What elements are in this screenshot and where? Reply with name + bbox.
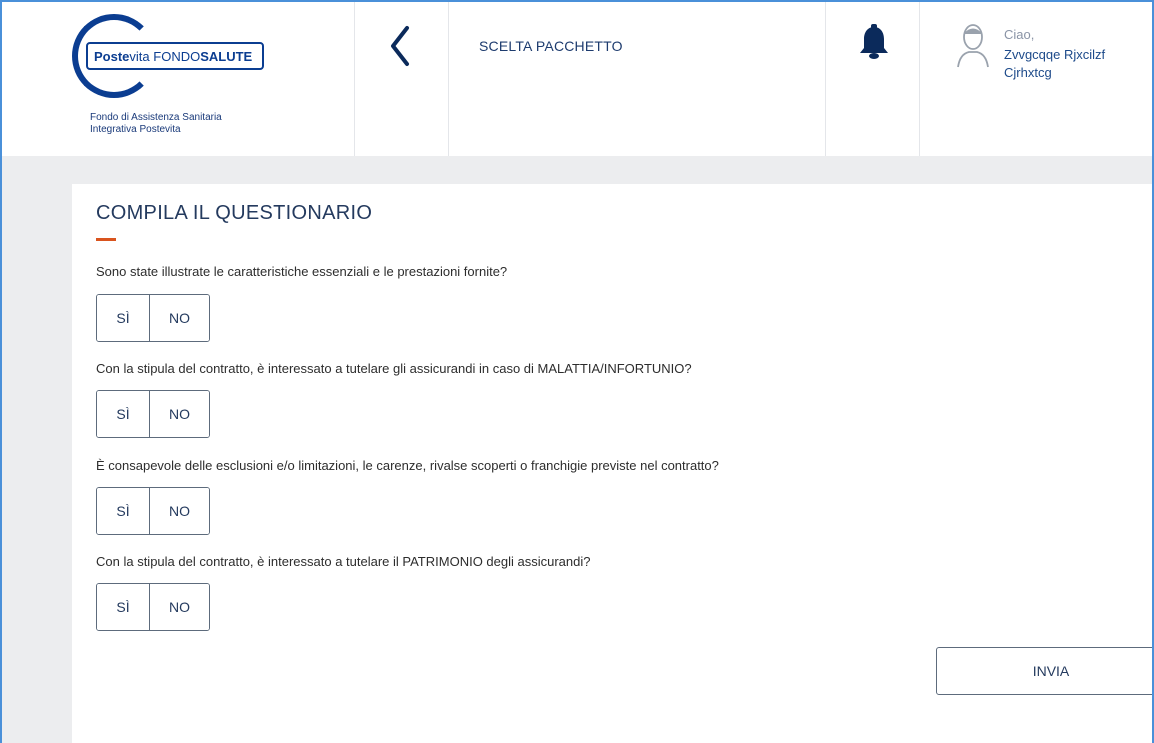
logo-text-fondo: FONDO [153,48,201,64]
submit-button[interactable]: INVIA [936,647,1152,695]
user-name-line2: Cjrhxtcg [1004,65,1052,80]
chevron-left-icon[interactable] [385,24,415,68]
question-4-yes-button[interactable]: SÌ [97,584,150,630]
logo-text-vita: vita [129,48,150,64]
question-3-yes-button[interactable]: SÌ [97,488,150,534]
questionnaire-title: COMPILA IL QUESTIONARIO [96,202,373,224]
user-name-line1: Zvvgcqqe Rjxcilzf [1004,47,1106,62]
question-1-yes-button[interactable]: SÌ [97,295,150,341]
logo-area[interactable]: Poste vita FONDO SALUTE Fondo di Assistenz… [2,2,355,156]
question-2-toggle: SÌ NO [96,390,210,438]
questionnaire-card: COMPILA IL QUESTIONARIO Sono state illus… [72,184,1152,743]
logo-subtitle-line1: Fondo di Assistenza Sanitaria [90,112,222,123]
logo-text-salute: SALUTE [200,48,253,64]
bell-icon[interactable] [858,24,890,62]
question-4-toggle: SÌ NO [96,583,210,631]
logo-text-poste: Poste [94,48,130,64]
app-window: Poste vita FONDO SALUTE Fondo di Assistenz… [0,0,1154,743]
question-1-text: Sono state illustrate le caratteristiche… [96,264,508,279]
title-accent-bar [96,238,116,241]
avatar-icon [957,24,989,68]
question-3-toggle: SÌ NO [96,487,210,535]
user-menu[interactable]: Ciao, Zvvgcqqe Rjxcilzf Cjrhxtcg [920,2,1152,156]
logo-subtitle-line2: Integrativa Postevita [90,124,181,135]
question-3-no-button[interactable]: NO [150,488,209,534]
question-2-yes-button[interactable]: SÌ [97,391,150,437]
question-1-no-button[interactable]: NO [150,295,209,341]
logo-subtitle: Fondo di Assistenza Sanitaria Integrativ… [90,112,222,136]
question-3-text: È consapevole delle esclusioni e/o limit… [96,458,719,473]
top-header: Poste vita FONDO SALUTE Fondo di Assistenz… [2,2,1152,156]
header-title-area: SCELTA PACCHETTO [449,2,826,156]
user-name: Zvvgcqqe Rjxcilzf Cjrhxtcg [1004,46,1144,82]
brand-logo: Poste vita FONDO SALUTE [86,42,264,70]
question-4-text: Con la stipula del contratto, è interess… [96,554,591,569]
page-title: SCELTA PACCHETTO [479,38,623,54]
question-4-no-button[interactable]: NO [150,584,209,630]
user-greeting: Ciao, [1004,27,1035,42]
question-2-text: Con la stipula del contratto, è interess… [96,361,692,376]
back-area [355,2,449,156]
question-1-toggle: SÌ NO [96,294,210,342]
notifications-area [826,2,920,156]
question-2-no-button[interactable]: NO [150,391,209,437]
